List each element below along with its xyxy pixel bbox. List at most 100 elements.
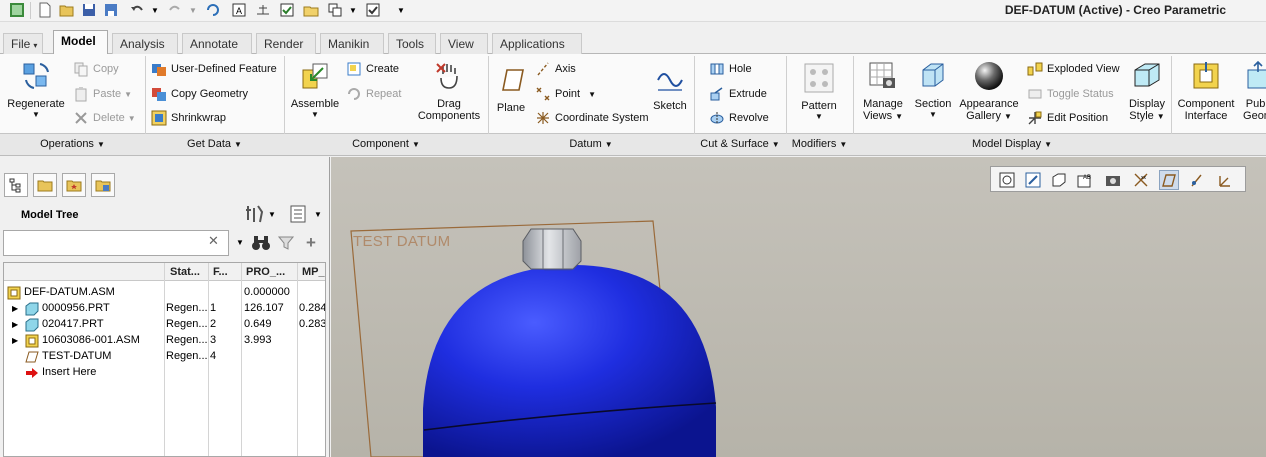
model-3d-scene[interactable] xyxy=(331,157,1266,457)
copy-geometry-button[interactable]: Copy Geometry xyxy=(151,85,248,103)
tree-row[interactable]: TEST-DATUM Regen... 4 xyxy=(4,349,325,365)
group-modifiers[interactable]: Modifiers ▼ xyxy=(786,138,853,150)
tab-model[interactable]: Model xyxy=(53,30,108,55)
window-tile-icon[interactable] xyxy=(326,2,344,18)
user-defined-feature-button[interactable]: User-Defined Feature xyxy=(151,60,277,78)
regenerate-small-icon[interactable] xyxy=(204,2,222,18)
scale-icon[interactable] xyxy=(254,2,272,18)
group-operations[interactable]: Operations ▼ xyxy=(0,138,145,150)
delete-button[interactable]: Delete ▼ xyxy=(73,109,136,127)
save-icon[interactable] xyxy=(80,2,98,18)
tab-applications[interactable]: Applications xyxy=(492,33,582,54)
group-datum[interactable]: Datum ▼ xyxy=(488,138,694,150)
column-status[interactable]: Stat... xyxy=(170,266,206,278)
tab-manikin[interactable]: Manikin xyxy=(320,33,384,54)
axis-button[interactable]: Axis xyxy=(535,60,576,78)
tab-tools[interactable]: Tools xyxy=(388,33,436,54)
column-pro-param[interactable]: PRO_... xyxy=(246,266,296,278)
window-dropdown-icon[interactable]: ▼ xyxy=(344,2,362,18)
plane-display-button[interactable] xyxy=(1159,170,1179,190)
redo-dropdown-icon[interactable]: ▼ xyxy=(184,2,202,18)
point-display-button[interactable] xyxy=(1187,170,1207,190)
group-component[interactable]: Component ▼ xyxy=(284,138,488,150)
display-style-button[interactable]: Display Style ▼ xyxy=(1126,60,1168,122)
tree-settings-button[interactable] xyxy=(244,204,268,224)
tree-settings-dropdown[interactable]: ▼ xyxy=(268,210,276,219)
tab-render[interactable]: Render xyxy=(256,33,316,54)
edit-position-button[interactable]: Edit Position xyxy=(1027,109,1108,127)
coordinate-system-button[interactable]: Coordinate System xyxy=(535,109,649,127)
revolve-button[interactable]: Revolve xyxy=(709,109,769,127)
csys-display-button[interactable] xyxy=(1215,170,1235,190)
favorites-tab[interactable] xyxy=(62,173,86,197)
pattern-button[interactable]: Pattern ▼ xyxy=(798,62,840,121)
group-cut-surface[interactable]: Cut & Surface ▼ xyxy=(694,138,786,150)
folder-star-icon[interactable] xyxy=(302,2,320,18)
undo-dropdown-icon[interactable]: ▼ xyxy=(146,2,164,18)
tree-filters-dropdown[interactable]: ▼ xyxy=(314,210,322,219)
tree-row[interactable]: ▶ 0000956.PRT Regen... 1 126.107 0.284 xyxy=(4,301,325,317)
graphics-viewport[interactable]: TEST DATUM AB xx xyxy=(331,157,1266,457)
layer-tree-tab[interactable] xyxy=(91,173,115,197)
component-interface-button[interactable]: Component Interface xyxy=(1176,60,1236,122)
toggle-status-button[interactable]: Toggle Status xyxy=(1027,85,1114,103)
column-mp-param[interactable]: MP_ xyxy=(302,266,325,278)
publish-geometry-button[interactable]: Publi Geom xyxy=(1238,60,1266,122)
new-file-icon[interactable] xyxy=(36,2,54,18)
regenerate-button[interactable]: Regenerate ▼ xyxy=(6,60,66,119)
saved-orientations-button[interactable]: AB xyxy=(1075,170,1095,190)
group-model-display[interactable]: Model Display ▼ xyxy=(853,138,1171,150)
folder-browser-tab[interactable] xyxy=(33,173,57,197)
zoom-in-button[interactable] xyxy=(1023,170,1043,190)
checkbox-icon[interactable] xyxy=(278,2,296,18)
customize-qat-icon[interactable]: ▼ xyxy=(392,2,410,18)
exploded-view-button[interactable]: Exploded View xyxy=(1027,60,1120,78)
column-feature-number[interactable]: F... xyxy=(213,266,237,278)
appearance-gallery-button[interactable]: Appearance Gallery ▼ xyxy=(958,60,1020,122)
find-button[interactable] xyxy=(251,234,271,255)
tree-search-input[interactable] xyxy=(3,230,229,256)
manage-views-button[interactable]: Manage Views ▼ xyxy=(858,60,908,122)
expand-arrow-icon[interactable]: ▶ xyxy=(12,320,18,329)
datum-display-button[interactable]: xx xyxy=(1131,170,1151,190)
tree-row[interactable]: Insert Here xyxy=(4,365,325,381)
expand-arrow-icon[interactable]: ▶ xyxy=(12,304,18,313)
model-tree-tab[interactable] xyxy=(4,173,28,197)
section-button[interactable]: Section ▼ xyxy=(912,60,954,119)
clear-search-icon[interactable]: ✕ xyxy=(208,233,219,249)
sketch-button[interactable]: Sketch xyxy=(650,62,690,112)
filter-button[interactable] xyxy=(277,235,295,254)
hole-button[interactable]: Hole xyxy=(709,60,752,78)
view-manager-button[interactable] xyxy=(1103,170,1123,190)
refit-button[interactable] xyxy=(997,170,1017,190)
extrude-button[interactable]: Extrude xyxy=(709,85,767,103)
repeat-button[interactable]: Repeat xyxy=(346,85,401,103)
tab-file[interactable]: File ▾ xyxy=(3,33,43,54)
create-component-button[interactable]: Create xyxy=(346,60,399,78)
plane-button[interactable]: Plane xyxy=(494,64,528,114)
undo-icon[interactable] xyxy=(128,2,146,18)
tree-filters-button[interactable] xyxy=(288,204,312,224)
drag-components-button[interactable]: Drag Components xyxy=(416,60,482,122)
add-column-button[interactable]: + xyxy=(306,233,316,253)
select-check-icon[interactable] xyxy=(364,2,382,18)
point-button[interactable]: Point ▼ xyxy=(535,85,596,103)
tab-annotate[interactable]: Annotate xyxy=(182,33,252,54)
open-folder-icon[interactable] xyxy=(58,2,76,18)
save-as-icon[interactable] xyxy=(102,2,120,18)
group-get-data[interactable]: Get Data ▼ xyxy=(145,138,284,150)
paste-button[interactable]: Paste ▼ xyxy=(73,85,132,103)
shrinkwrap-button[interactable]: Shrinkwrap xyxy=(151,109,226,127)
windows-icon[interactable]: A xyxy=(230,2,248,18)
tree-row[interactable]: ▶ 020417.PRT Regen... 2 0.649 0.283 xyxy=(4,317,325,333)
tab-view[interactable]: View xyxy=(440,33,488,54)
repaint-button[interactable] xyxy=(1049,170,1069,190)
expand-arrow-icon[interactable]: ▶ xyxy=(12,336,18,345)
tree-row[interactable]: DEF-DATUM.ASM 0.000000 xyxy=(4,285,325,301)
tab-analysis[interactable]: Analysis xyxy=(112,33,178,54)
search-history-dropdown[interactable]: ▼ xyxy=(236,238,244,247)
tree-row[interactable]: ▶ 10603086-001.ASM Regen... 3 3.993 xyxy=(4,333,325,349)
assemble-button[interactable]: Assemble ▼ xyxy=(287,60,343,119)
copy-button[interactable]: Copy xyxy=(73,60,119,78)
redo-icon[interactable] xyxy=(166,2,184,18)
